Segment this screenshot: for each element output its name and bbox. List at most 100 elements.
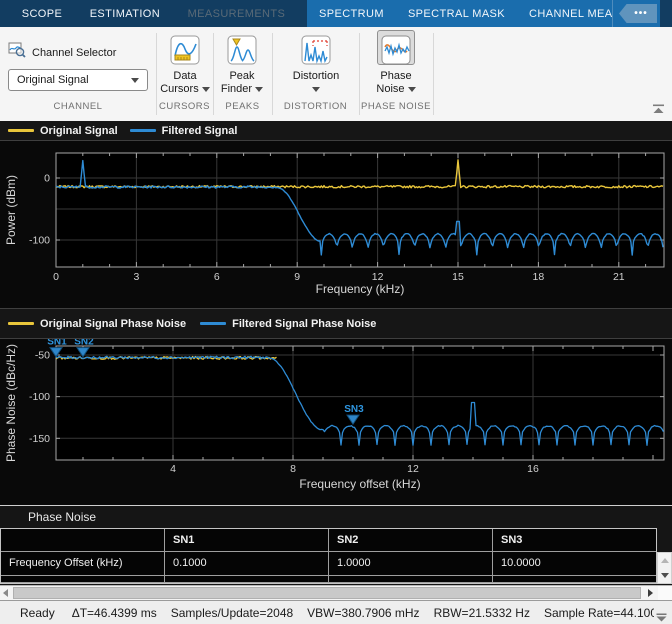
channel-selector-value: Original Signal [17, 74, 89, 86]
svg-text:Phase Noise (dBc/Hz): Phase Noise (dBc/Hz) [4, 344, 18, 462]
svg-text:3: 3 [133, 271, 139, 283]
svg-text:-50: -50 [35, 350, 50, 362]
table-header-blank [1, 529, 165, 552]
phase-noise-panel: -50 -100 -150 4 8 12 16 Frequency offset (kHz) P… [0, 339, 672, 505]
data-cursors-icon [170, 35, 200, 70]
table-cell-sn3[interactable]: 10.0000 [493, 552, 656, 576]
scrollbar-corner [658, 586, 672, 600]
status-bar: Ready ΔT=46.4399 ms Samples/Update=2048 … [0, 600, 672, 624]
svg-text:-100: -100 [29, 391, 50, 403]
svg-text:8: 8 [290, 463, 296, 475]
svg-text:-150: -150 [29, 433, 50, 445]
chevron-down-icon [131, 78, 139, 83]
phase-noise-table-panel: Phase Noise SN1 SN2 SN3 Frequency Offset… [0, 505, 672, 585]
legend-label-original-phase-noise[interactable]: Original Signal Phase Noise [40, 318, 186, 330]
table-cell-sn2[interactable]: 1.0000 [329, 552, 493, 576]
tab-measurements[interactable]: MEASUREMENTS [176, 0, 298, 27]
status-samples-per-update: Samples/Update=2048 [171, 606, 293, 620]
distortion-icon [301, 35, 331, 70]
peak-finder-icon [227, 35, 257, 70]
minimize-statusbar-icon[interactable] [656, 609, 667, 624]
svg-text:15: 15 [452, 271, 464, 283]
data-cursors-label-2: Cursors [160, 83, 199, 95]
svg-text:21: 21 [613, 271, 625, 283]
tabbar-overflow-area: ••• [612, 0, 660, 27]
svg-text:-100: -100 [29, 235, 50, 247]
data-cursors-button[interactable]: Data Cursors [158, 35, 212, 96]
chevron-down-icon [202, 87, 210, 92]
peak-finder-label-1: Peak [216, 70, 268, 83]
table-vertical-scrollbar[interactable] [657, 552, 672, 584]
scroll-right-arrow-icon[interactable] [648, 589, 653, 597]
table-header-sn1: SN1 [165, 529, 329, 552]
table-cell-sn1[interactable]: 0.1000 [165, 552, 329, 576]
svg-text:6: 6 [214, 271, 220, 283]
status-vbw: VBW=380.7906 mHz [307, 606, 419, 620]
svg-text:SN1: SN1 [47, 339, 67, 348]
spectrum-legend: Original Signal Filtered Signal [0, 121, 672, 141]
legend-label-filtered-signal[interactable]: Filtered Signal [162, 125, 238, 137]
legend-line-filtered-signal [130, 129, 156, 132]
legend-line-original-signal [8, 129, 34, 132]
data-cursors-label-1: Data [158, 70, 212, 83]
tab-overflow-button[interactable]: ••• [619, 4, 657, 23]
legend-line-filtered-phase-noise [200, 322, 226, 325]
svg-text:12: 12 [407, 463, 419, 475]
scroll-up-arrow-icon[interactable] [658, 553, 671, 568]
phase-noise-label-2: Noise [376, 83, 404, 95]
tab-estimation[interactable]: ESTIMATION [78, 0, 172, 27]
legend-line-original-phase-noise [8, 322, 34, 325]
chevron-down-icon [408, 87, 416, 92]
tab-spectral-mask[interactable]: SPECTRAL MASK [396, 0, 517, 27]
power-spectrum-plot[interactable]: 0-100036912151821Frequency (kHz)Power (d… [0, 141, 672, 308]
status-delta-t: ΔT=46.4399 ms [72, 606, 157, 620]
horizontal-scrollbar[interactable] [0, 585, 672, 600]
toolstrip: Channel Selector Original Signal CHANNEL… [0, 27, 672, 121]
tab-group-left: SCOPE ESTIMATION MEASUREMENTS [0, 0, 307, 27]
table-row-label: Frequency Offset (kHz) [1, 552, 165, 576]
legend-label-filtered-phase-noise[interactable]: Filtered Signal Phase Noise [232, 318, 376, 330]
spectrum-analyzer-window: SCOPE ESTIMATION MEASUREMENTS SPECTRUM S… [0, 0, 672, 624]
channel-selector-label: Channel Selector [32, 47, 116, 59]
table-title: Phase Noise [28, 510, 96, 524]
phase-noise-button[interactable]: Phase Noise [370, 35, 422, 96]
tab-spectrum[interactable]: SPECTRUM [307, 0, 396, 27]
section-label-phase-noise: PHASE NOISE [359, 101, 433, 112]
svg-text:0: 0 [53, 271, 59, 283]
phase-noise-table: SN1 SN2 SN3 Frequency Offset (kHz) 0.100… [0, 528, 657, 584]
table-partial-row [1, 576, 165, 583]
phase-noise-plot[interactable]: -50 -100 -150 4 8 12 16 Frequency offset (kHz) P… [0, 339, 672, 505]
peak-finder-label-2: Finder [221, 83, 252, 95]
section-label-peaks: PEAKS [213, 101, 272, 112]
svg-text:SN2: SN2 [74, 339, 94, 348]
section-label-channel: CHANNEL [0, 101, 156, 112]
tab-scope[interactable]: SCOPE [10, 0, 75, 27]
collapse-toolstrip-icon[interactable] [652, 101, 665, 119]
tab-group-right: SPECTRUM SPECTRAL MASK CHANNEL MEA… [307, 0, 612, 27]
horizontal-scrollbar-thumb[interactable] [13, 587, 641, 599]
svg-text:4: 4 [170, 463, 176, 475]
phase-noise-label-1: Phase [370, 70, 422, 83]
scroll-down-arrow-icon[interactable] [658, 568, 671, 583]
section-label-distortion: DISTORTION [272, 101, 359, 112]
status-sample-rate: Sample Rate=44.1000 kHz [544, 606, 654, 620]
svg-text:16: 16 [527, 463, 539, 475]
scroll-left-arrow-icon[interactable] [3, 589, 8, 597]
channel-selector-dropdown[interactable]: Original Signal [8, 69, 148, 91]
svg-text:SN3: SN3 [344, 404, 364, 415]
toolstrip-tabbar: SCOPE ESTIMATION MEASUREMENTS SPECTRUM S… [0, 0, 672, 27]
svg-text:0: 0 [44, 173, 50, 185]
distortion-button[interactable]: Distortion [284, 35, 348, 96]
legend-label-original-signal[interactable]: Original Signal [40, 125, 118, 137]
svg-text:18: 18 [533, 271, 545, 283]
channel-selector-icon [8, 42, 26, 63]
phase-noise-icon [381, 35, 411, 70]
svg-text:Power (dBm): Power (dBm) [4, 175, 18, 245]
table-header-sn2: SN2 [329, 529, 493, 552]
table-header-sn3: SN3 [493, 529, 656, 552]
section-label-cursors: CURSORS [156, 101, 213, 112]
svg-text:Frequency offset (kHz): Frequency offset (kHz) [299, 477, 420, 491]
peak-finder-button[interactable]: Peak Finder [216, 35, 268, 96]
svg-text:9: 9 [294, 271, 300, 283]
status-ready: Ready [20, 606, 55, 620]
